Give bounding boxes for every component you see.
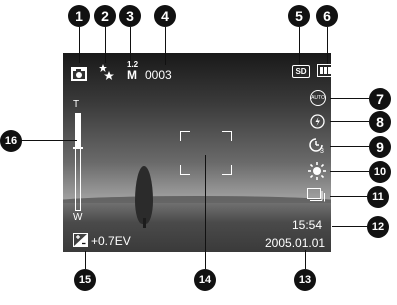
callout-marker: 6 <box>316 5 338 27</box>
leader-line-4 <box>165 27 166 65</box>
leader-line-1 <box>79 27 80 63</box>
callout-marker: 7 <box>369 88 391 110</box>
callout-marker: 11 <box>367 186 389 208</box>
callout-marker: 4 <box>154 5 176 27</box>
callout-marker: 5 <box>288 5 310 27</box>
leader-line-10 <box>330 171 369 172</box>
white-balance-sun-icon <box>308 162 326 182</box>
callout-marker: 3 <box>119 5 141 27</box>
leader-line-6 <box>327 27 328 64</box>
leader-line-2 <box>105 27 106 63</box>
leader-line-12 <box>332 226 367 227</box>
leader-line-3 <box>130 27 131 61</box>
storage-sd-icon: SD <box>292 65 310 78</box>
exposure-compensation-icon <box>73 233 88 249</box>
time-display: 15:54 <box>292 218 323 232</box>
tree-trunk <box>143 218 146 228</box>
zoom-wide-label: W <box>73 212 83 223</box>
flash-auto-icon: AUTO <box>310 90 326 106</box>
callout-marker: 15 <box>74 269 96 291</box>
red-eye-icon <box>310 114 325 131</box>
leader-line-13 <box>305 250 306 269</box>
callout-marker: 13 <box>294 269 316 291</box>
callout-marker: 10 <box>369 161 391 183</box>
zoom-bar <box>73 113 83 211</box>
callout-marker: 16 <box>0 130 22 152</box>
callout-marker: 8 <box>369 111 391 133</box>
leader-line-15 <box>85 251 86 269</box>
resolution-label: M <box>127 68 137 82</box>
zoom-tele-label: T <box>73 99 80 110</box>
callout-marker: 12 <box>367 216 389 238</box>
callout-marker: 14 <box>194 269 216 291</box>
self-timer-seconds: 3 <box>320 148 324 155</box>
leader-line-11 <box>330 196 367 197</box>
camera-mode-icon <box>71 67 87 83</box>
callout-marker: 9 <box>369 136 391 158</box>
focus-frame <box>180 131 232 175</box>
burst-drive-icon <box>307 188 326 204</box>
self-timer-icon <box>309 137 327 156</box>
quality-stars-icon <box>99 64 115 83</box>
zoom-level-fill <box>76 114 80 148</box>
leader-line-8 <box>330 121 369 122</box>
battery-icon <box>317 64 336 79</box>
callout-marker: 2 <box>94 5 116 27</box>
shots-remaining: 0003 <box>145 68 172 82</box>
exposure-value: +0.7EV <box>91 234 131 248</box>
date-display: 2005.01.01 <box>265 236 326 250</box>
leader-line-5 <box>299 27 300 64</box>
leader-line-9 <box>330 146 369 147</box>
leader-line-14 <box>205 155 206 269</box>
leader-line-7 <box>330 98 369 99</box>
callout-marker: 1 <box>68 5 90 27</box>
zoom-indicator <box>73 146 83 149</box>
